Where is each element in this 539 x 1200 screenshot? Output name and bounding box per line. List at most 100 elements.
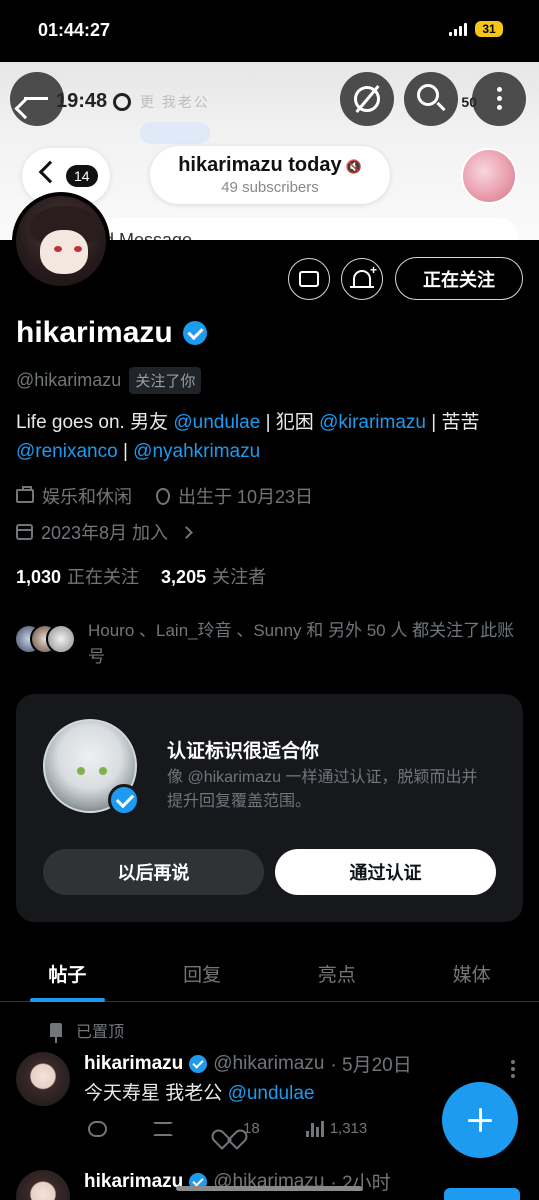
followed-by-text: Houro 、Lain_玲音 、Sunny 和 另外 50 人 都关注了此账号 — [88, 621, 515, 666]
verified-badge-icon[interactable] — [182, 321, 207, 345]
post-avatar[interactable] — [16, 1052, 70, 1106]
search-button[interactable] — [404, 72, 458, 126]
birthday-item: 出生于 10月23日 — [156, 483, 313, 509]
gear-icon — [113, 92, 132, 111]
bio-mention[interactable]: @kirarimazu — [319, 412, 426, 433]
back-button[interactable] — [10, 72, 64, 126]
grok-button[interactable] — [340, 72, 394, 126]
followers-label: 关注者 — [212, 567, 267, 587]
banner-inner-time: 19:48 — [56, 90, 132, 113]
pin-icon — [50, 1023, 62, 1043]
card-description: 像 @hikarimazu 一样通过认证，脱颖而出并提升回复覆盖范围。 — [167, 769, 478, 810]
notify-button[interactable]: + — [341, 258, 383, 300]
followed-by-row[interactable]: Houro 、Lain_玲音 、Sunny 和 另外 50 人 都关注了此账号 — [14, 618, 524, 670]
joined-text: 2023年8月 加入 — [41, 523, 169, 543]
handle-row: @hikarimazu 关注了你 — [16, 367, 202, 394]
repost-button[interactable] — [153, 1121, 173, 1136]
bio-text: | 犯困 — [260, 412, 320, 433]
view-count: 1,313 — [329, 1120, 368, 1137]
tab-media[interactable]: 媒体 — [404, 944, 539, 1001]
post-avatar[interactable] — [16, 1170, 70, 1200]
briefcase-icon — [16, 486, 34, 503]
bio-text: Life goes on. 男友 — [16, 412, 174, 433]
followers-stat[interactable]: 3,205 关注者 — [161, 563, 266, 589]
post-text: 今天寿星 我老公 @undulae — [84, 1078, 314, 1105]
more-button[interactable] — [472, 72, 526, 126]
signal-icon — [449, 22, 467, 36]
following-label: 正在关注 — [67, 567, 140, 587]
bio-text: | — [117, 441, 134, 462]
post-author-name[interactable]: hikarimazu — [84, 1053, 183, 1075]
post-more-icon[interactable] — [511, 1060, 515, 1078]
mail-icon — [299, 271, 319, 287]
profile-tabs: 帖子 回复 亮点 媒体 — [0, 944, 539, 1002]
back-arrow-icon — [24, 97, 48, 100]
unread-count: 14 — [66, 165, 98, 187]
views-icon — [305, 1120, 324, 1137]
follow-stats: 1,030 正在关注 3,205 关注者 — [16, 563, 266, 589]
bio-mention[interactable]: @nyahkrimazu — [133, 441, 260, 462]
message-button[interactable] — [288, 258, 330, 300]
channel-subscribers: 49 subscribers — [221, 179, 319, 196]
verify-button[interactable]: 通过认证 — [275, 849, 496, 895]
post-author-name[interactable]: hikarimazu — [84, 1171, 183, 1193]
post-mention[interactable]: @undulae — [228, 1083, 315, 1104]
birthday-text: 出生于 10月23日 — [178, 487, 314, 507]
joined-row[interactable]: 2023年8月 加入 — [16, 519, 193, 545]
card-title: 认证标识很适合你 — [167, 741, 320, 762]
compose-button[interactable] — [442, 1082, 518, 1158]
post-author-handle: @hikarimazu — [213, 1052, 325, 1074]
banner-blur-pill — [140, 122, 210, 144]
post-header: hikarimazu @hikarimazu · 5月20日 — [84, 1050, 412, 1077]
following-stat[interactable]: 1,030 正在关注 — [16, 563, 139, 589]
verification-promo-card: 认证标识很适合你 像 @hikarimazu 一样通过认证，脱颖而出并提升回复覆… — [16, 694, 523, 922]
following-count: 1,030 — [16, 567, 62, 587]
banner-blurred-text: 更 我老公 — [140, 94, 210, 110]
mutual-avatars — [14, 620, 78, 656]
pinned-label-row: 已置顶 — [50, 1018, 125, 1043]
heart-icon — [219, 1121, 237, 1137]
category-text: 娱乐和休闲 — [42, 487, 132, 507]
following-button[interactable]: 正在关注 — [395, 257, 523, 300]
like-button[interactable]: 18 — [219, 1120, 260, 1137]
views-button[interactable]: 1,313 — [305, 1120, 368, 1137]
status-icons: 31 — [449, 21, 503, 37]
pinned-label: 已置顶 — [76, 1024, 125, 1041]
verified-badge-icon — [108, 784, 140, 816]
repost-icon — [153, 1121, 173, 1136]
status-bar: 01:44:27 31 — [0, 0, 539, 62]
verified-badge-icon — [189, 1054, 208, 1073]
display-name: hikarimazu — [16, 316, 173, 349]
channel-title: hikarimazu today — [178, 154, 342, 176]
reply-button[interactable] — [88, 1120, 107, 1137]
mute-icon: 🔇 — [345, 159, 362, 174]
balloon-icon — [156, 487, 170, 505]
followers-count: 3,205 — [161, 567, 207, 587]
reply-icon — [88, 1120, 107, 1137]
joined-item[interactable]: 2023年8月 加入 — [16, 519, 193, 545]
battery-icon: 31 — [475, 21, 503, 37]
post-body: 今天寿星 我老公 — [84, 1083, 228, 1104]
bio-mention[interactable]: @renixanco — [16, 441, 118, 462]
home-indicator[interactable] — [176, 1186, 362, 1191]
post-date: · 5月20日 — [330, 1055, 412, 1076]
post-actions: 18 1,313 — [88, 1120, 413, 1137]
bio-mention[interactable]: @undulae — [173, 412, 260, 433]
channel-avatar — [461, 148, 517, 204]
profile-avatar[interactable] — [12, 192, 110, 290]
bio-text: | 苦苦 — [426, 412, 480, 433]
search-icon — [417, 84, 439, 106]
handle: @hikarimazu — [16, 370, 122, 390]
category-item: 娱乐和休闲 — [16, 483, 132, 509]
bio: Life goes on. 男友 @undulae | 犯困 @kirarima… — [16, 408, 524, 466]
tab-highlights[interactable]: 亮点 — [270, 944, 405, 1001]
follows-you-badge: 关注了你 — [129, 367, 202, 394]
tab-posts[interactable]: 帖子 — [0, 944, 135, 1002]
chevron-right-icon — [180, 525, 193, 539]
bottom-chip — [444, 1188, 520, 1200]
channel-header: hikarimazu today 🔇 49 subscribers — [150, 146, 390, 204]
later-button[interactable]: 以后再说 — [43, 849, 264, 895]
tab-replies[interactable]: 回复 — [135, 944, 270, 1001]
profile-meta-row: 娱乐和休闲 出生于 10月23日 — [16, 483, 313, 509]
status-time: 01:44:27 — [38, 20, 111, 40]
